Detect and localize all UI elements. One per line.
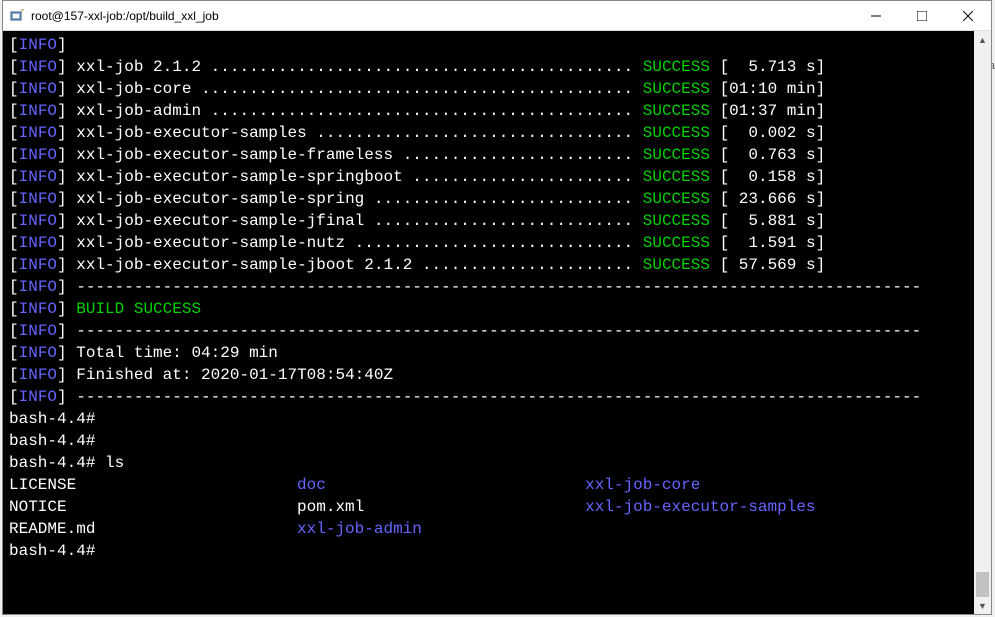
terminal-output[interactable]: [INFO][INFO] xxl-job 2.1.2 .............… [3, 31, 991, 614]
maven-module-line: [INFO] xxl-job-executor-sample-nutz ....… [9, 232, 985, 254]
ls-output-row: LICENSE doc xxl-job-core [9, 474, 985, 496]
maven-module-line: [INFO] xxl-job-core ....................… [9, 78, 985, 100]
maven-info-line: [INFO] [9, 34, 985, 56]
maven-build-success: [INFO] BUILD SUCCESS [9, 298, 985, 320]
shell-prompt: bash-4.4# [9, 408, 985, 430]
maven-total-time: [INFO] Total time: 04:29 min [9, 342, 985, 364]
ls-output-row: README.md xxl-job-admin [9, 518, 985, 540]
shell-command: bash-4.4# ls [9, 452, 985, 474]
maven-module-line: [INFO] xxl-job-executor-sample-jboot 2.1… [9, 254, 985, 276]
shell-prompt: bash-4.4# [9, 430, 985, 452]
maven-module-line: [INFO] xxl-job-executor-sample-jfinal ..… [9, 210, 985, 232]
scroll-thumb[interactable] [976, 572, 989, 597]
maven-module-line: [INFO] xxl-job-executor-samples ........… [9, 122, 985, 144]
maximize-button[interactable] [899, 1, 945, 31]
scroll-up-button[interactable]: ▲ [974, 31, 991, 48]
maven-module-line: [INFO] xxl-job-admin ...................… [9, 100, 985, 122]
window-title: root@157-xxl-job:/opt/build_xxl_job [31, 9, 853, 23]
minimize-button[interactable] [853, 1, 899, 31]
vertical-scrollbar[interactable]: ▲ ▼ [974, 31, 991, 614]
maven-divider: [INFO] ---------------------------------… [9, 276, 985, 298]
maven-divider: [INFO] ---------------------------------… [9, 320, 985, 342]
maven-finished-at: [INFO] Finished at: 2020-01-17T08:54:40Z [9, 364, 985, 386]
putty-icon [9, 8, 25, 24]
maven-divider: [INFO] ---------------------------------… [9, 386, 985, 408]
scroll-down-button[interactable]: ▼ [974, 597, 991, 614]
maven-module-line: [INFO] xxl-job 2.1.2 ...................… [9, 56, 985, 78]
terminal-window: root@157-xxl-job:/opt/build_xxl_job [INF… [2, 0, 992, 615]
maven-module-line: [INFO] xxl-job-executor-sample-springboo… [9, 166, 985, 188]
titlebar[interactable]: root@157-xxl-job:/opt/build_xxl_job [3, 1, 991, 31]
maven-module-line: [INFO] xxl-job-executor-sample-spring ..… [9, 188, 985, 210]
shell-prompt: bash-4.4# [9, 540, 985, 562]
close-button[interactable] [945, 1, 991, 31]
maven-module-line: [INFO] xxl-job-executor-sample-frameless… [9, 144, 985, 166]
scroll-track[interactable] [974, 48, 991, 597]
ls-output-row: NOTICE pom.xml xxl-job-executor-samples [9, 496, 985, 518]
